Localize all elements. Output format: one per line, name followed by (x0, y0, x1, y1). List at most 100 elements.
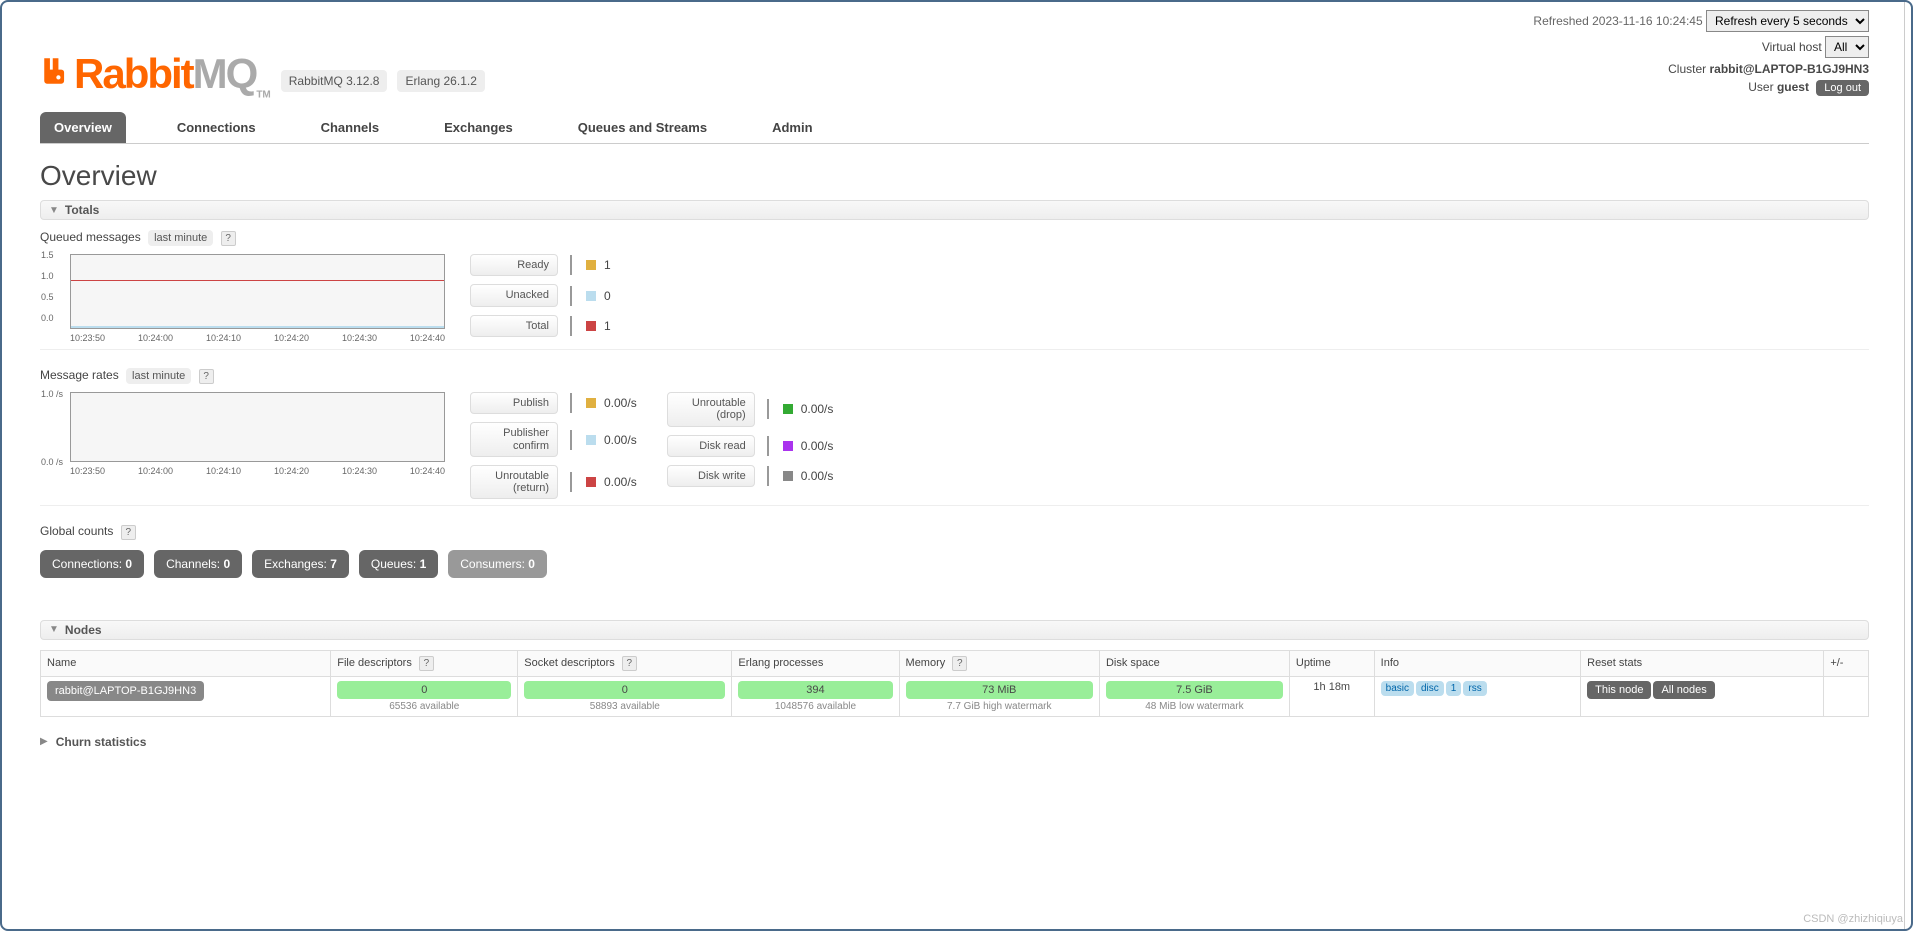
legend-swatch (783, 441, 793, 451)
user-name: guest (1777, 80, 1809, 94)
count-button[interactable]: Queues: 1 (359, 550, 438, 578)
help-icon[interactable]: ? (221, 231, 236, 246)
help-icon[interactable]: ? (419, 656, 434, 671)
tab-connections[interactable]: Connections (163, 112, 270, 143)
table-header: Reset stats (1581, 650, 1824, 676)
vhost-label: Virtual host (1762, 40, 1822, 54)
table-header[interactable]: +/- (1824, 650, 1869, 676)
disk-value: 7.5 GiB (1106, 681, 1283, 699)
ep-sub: 1048576 available (738, 701, 892, 712)
reset-button[interactable]: This node (1587, 681, 1651, 699)
legend-item: Publisher confirm 0.00/s (470, 422, 637, 456)
legend-value: 0 (604, 289, 611, 303)
legend-value: 0.00/s (604, 475, 637, 489)
tab-overview[interactable]: Overview (40, 112, 126, 143)
message-rates-chart: 1.0 /s0.0 /s 10:23:5010:24:0010:24:1010:… (40, 392, 445, 476)
cluster-name: rabbit@LAPTOP-B1GJ9HN3 (1709, 62, 1869, 76)
tab-queues[interactable]: Queues and Streams (564, 112, 721, 143)
legend-item: Total 1 (470, 315, 611, 337)
legend-swatch (586, 291, 596, 301)
uptime-value: 1h 18m (1289, 676, 1374, 716)
legend-value: 1 (604, 319, 611, 333)
chevron-down-icon: ▼ (49, 624, 59, 635)
cluster-label: Cluster (1668, 62, 1709, 76)
legend-item: Ready 1 (470, 254, 611, 276)
legend-label[interactable]: Publish (470, 392, 558, 414)
refresh-interval-select[interactable]: Refresh every 5 seconds (1706, 10, 1869, 32)
count-button[interactable]: Exchanges: 7 (252, 550, 349, 578)
info-tag: disc (1416, 681, 1444, 696)
count-button[interactable]: Channels: 0 (154, 550, 242, 578)
rates-legend-col2: Unroutable (drop) 0.00/s Disk read 0.00/… (667, 392, 834, 486)
tab-exchanges[interactable]: Exchanges (430, 112, 527, 143)
table-header: Disk space (1099, 650, 1289, 676)
help-icon[interactable]: ? (199, 369, 214, 384)
chevron-down-icon: ▼ (49, 205, 59, 216)
message-rates-label: Message rates (40, 368, 119, 382)
legend-swatch (783, 471, 793, 481)
queued-time-badge[interactable]: last minute (148, 230, 213, 246)
legend-value: 0.00/s (801, 439, 834, 453)
legend-swatch (586, 260, 596, 270)
tab-channels[interactable]: Channels (307, 112, 394, 143)
global-count-buttons: Connections: 0 Channels: 0 Exchanges: 7 Que… (40, 550, 1869, 578)
rates-time-badge[interactable]: last minute (126, 368, 191, 384)
legend-label[interactable]: Unacked (470, 284, 558, 306)
help-icon[interactable]: ? (952, 656, 967, 671)
legend-item: Disk read 0.00/s (667, 435, 834, 457)
global-counts-label: Global counts (40, 524, 113, 538)
fd-value: 0 (337, 681, 511, 699)
legend-label[interactable]: Unroutable (drop) (667, 392, 755, 426)
legend-swatch (586, 398, 596, 408)
table-header: Name (41, 650, 331, 676)
vhost-select[interactable]: All (1825, 36, 1869, 58)
legend-item: Unroutable (drop) 0.00/s (667, 392, 834, 426)
chevron-right-icon: ▶ (40, 736, 48, 747)
churn-section-header[interactable]: ▶ Churn statistics (40, 735, 1869, 749)
ep-value: 394 (738, 681, 892, 699)
legend-item: Publish 0.00/s (470, 392, 637, 414)
totals-title: Totals (65, 203, 99, 217)
legend-item: Unacked 0 (470, 284, 611, 306)
churn-title: Churn statistics (56, 735, 147, 749)
tab-admin[interactable]: Admin (758, 112, 826, 143)
erlang-version: Erlang 26.1.2 (397, 70, 484, 92)
page-title: Overview (40, 160, 1869, 192)
node-name-badge[interactable]: rabbit@LAPTOP-B1GJ9HN3 (47, 681, 204, 701)
count-button[interactable]: Consumers: 0 (448, 550, 547, 578)
help-icon[interactable]: ? (121, 525, 136, 540)
rabbitmq-version: RabbitMQ 3.12.8 (281, 70, 388, 92)
legend-label[interactable]: Ready (470, 254, 558, 276)
legend-swatch (586, 321, 596, 331)
legend-label[interactable]: Disk read (667, 435, 755, 457)
legend-value: 0.00/s (604, 396, 637, 410)
legend-value: 0.00/s (604, 433, 637, 447)
sd-value: 0 (524, 681, 725, 699)
legend-label[interactable]: Unroutable (return) (470, 465, 558, 499)
nodes-section-header[interactable]: ▼ Nodes (40, 620, 1869, 640)
legend-label[interactable]: Total (470, 315, 558, 337)
legend-swatch (586, 477, 596, 487)
help-icon[interactable]: ? (622, 656, 637, 671)
totals-section-header[interactable]: ▼ Totals (40, 200, 1869, 220)
legend-item: Unroutable (return) 0.00/s (470, 465, 637, 499)
reset-button[interactable]: All nodes (1653, 681, 1714, 699)
nodes-title: Nodes (65, 623, 102, 637)
sd-sub: 58893 available (524, 701, 725, 712)
rabbit-icon (40, 50, 74, 98)
mem-value: 73 MiB (906, 681, 1093, 699)
user-label: User (1748, 80, 1777, 94)
table-header: File descriptors ? (331, 650, 518, 676)
legend-value: 0.00/s (801, 469, 834, 483)
table-header: Erlang processes (732, 650, 899, 676)
table-header: Socket descriptors ? (518, 650, 732, 676)
logout-button[interactable]: Log out (1816, 80, 1869, 96)
queued-messages-chart: 1.51.00.50.0 10:23:5010:24:0010:24:1010:… (40, 254, 445, 343)
info-tag: basic (1381, 681, 1414, 696)
legend-label[interactable]: Disk write (667, 465, 755, 487)
count-button[interactable]: Connections: 0 (40, 550, 144, 578)
legend-label[interactable]: Publisher confirm (470, 422, 558, 456)
rates-legend-col1: Publish 0.00/s Publisher confirm 0.00/s … (470, 392, 637, 498)
mem-sub: 7.7 GiB high watermark (906, 701, 1093, 712)
legend-value: 0.00/s (801, 402, 834, 416)
